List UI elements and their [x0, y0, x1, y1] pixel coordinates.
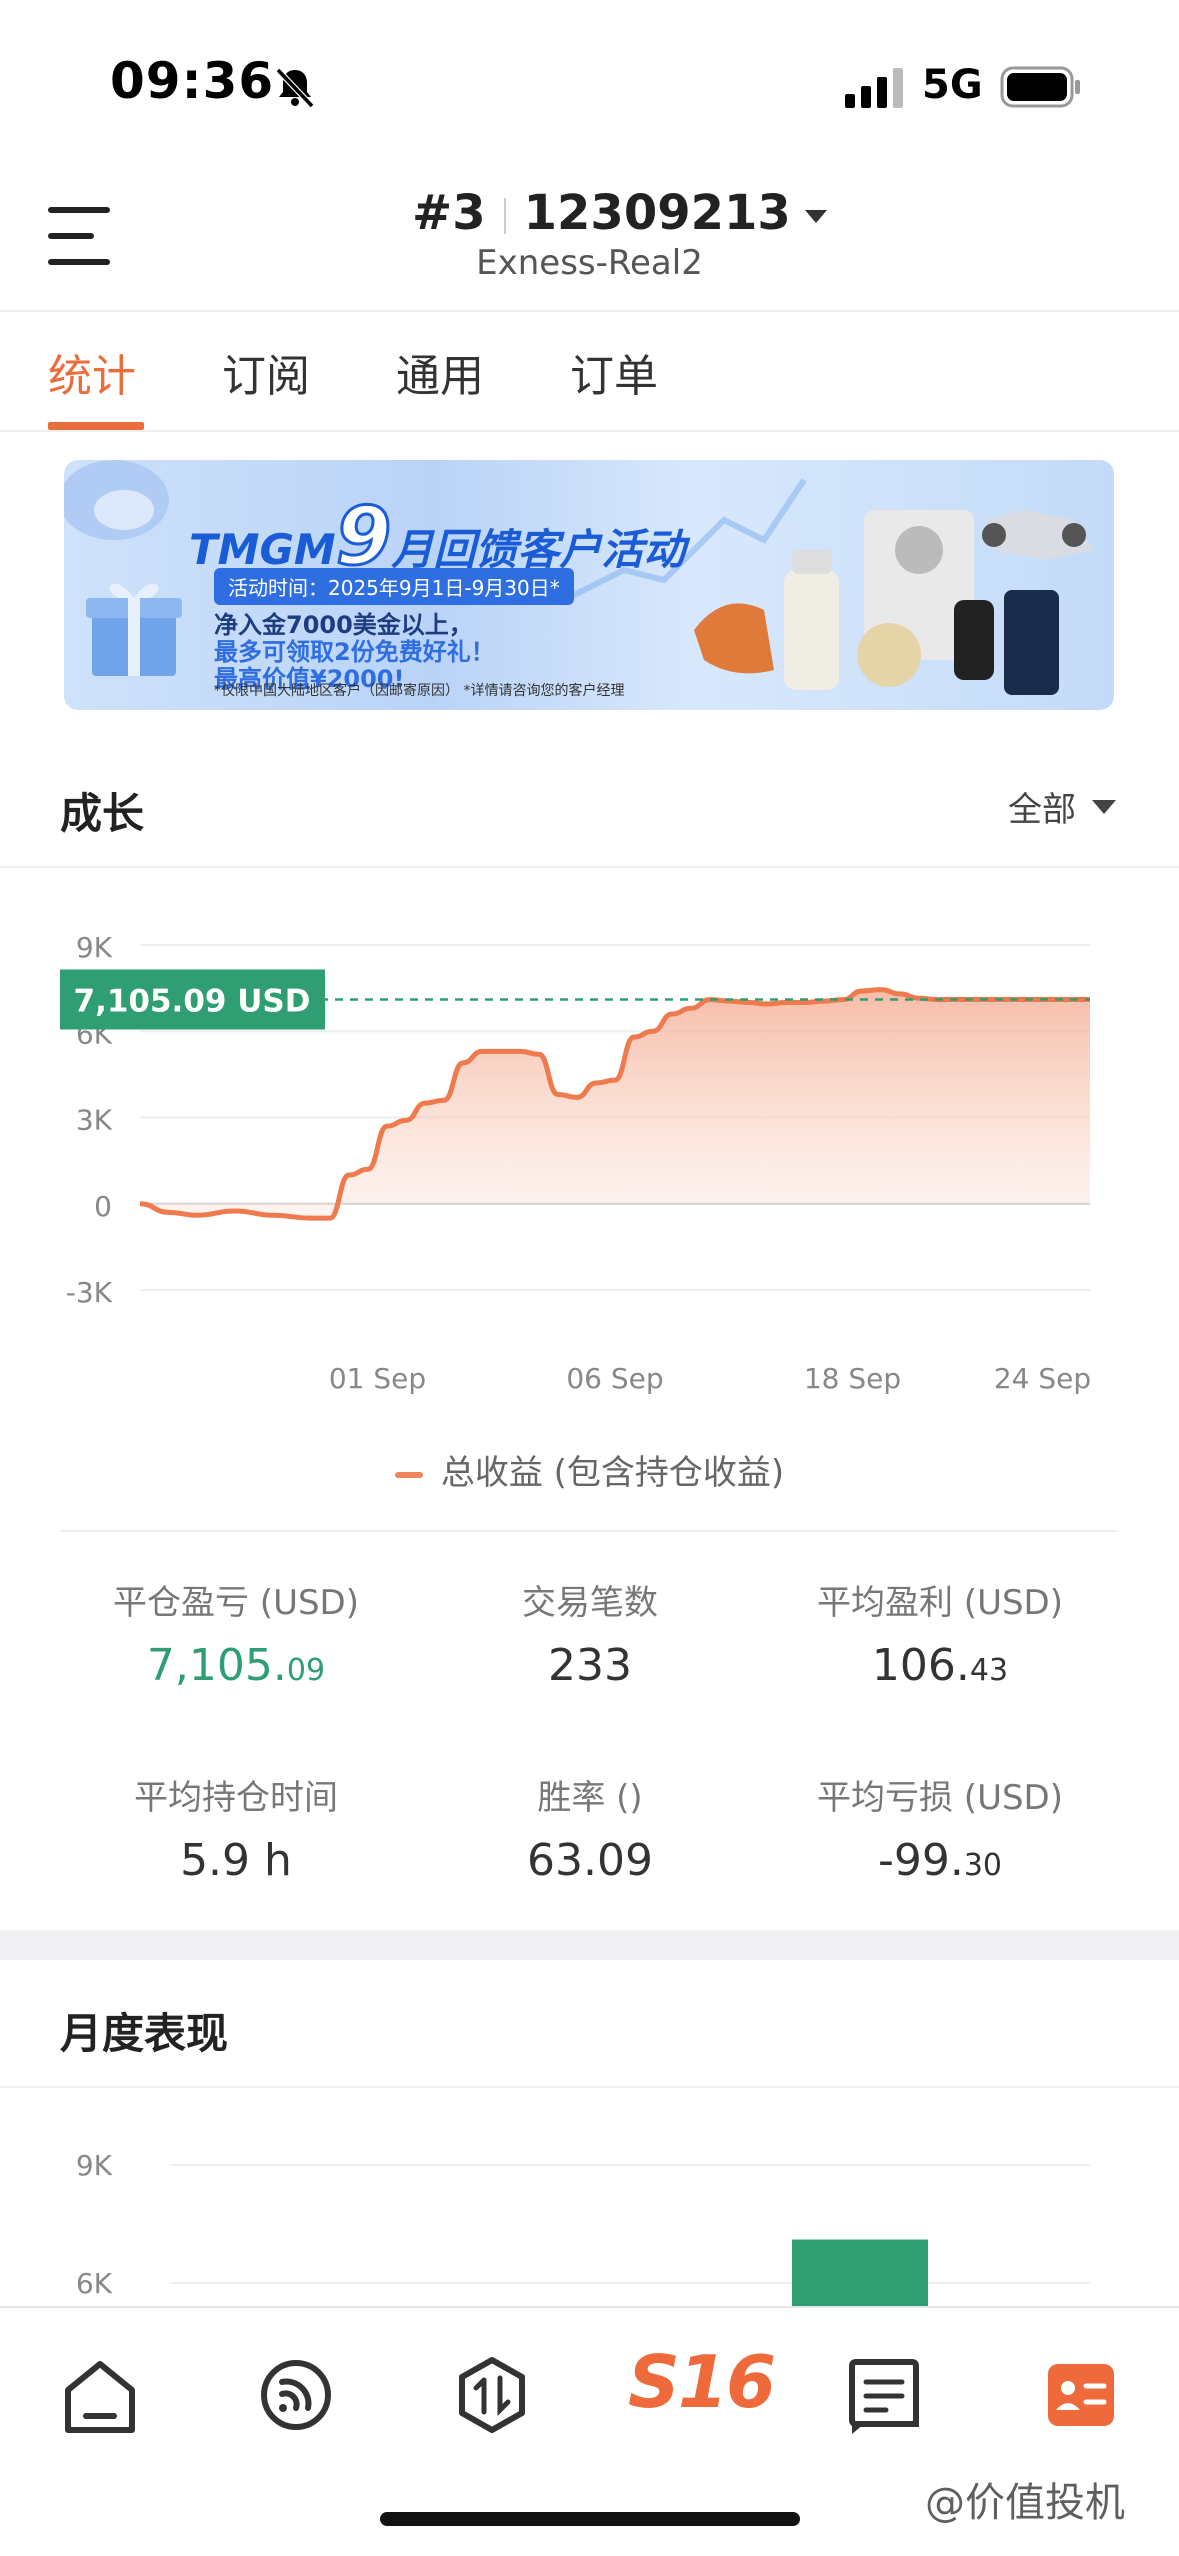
- stat-value: 233: [548, 1640, 632, 1691]
- account-number: 12309213: [523, 185, 791, 241]
- stat-value: 106.43: [871, 1640, 1009, 1691]
- bell-muted-icon: [275, 67, 315, 109]
- tab-subscribe[interactable]: 订阅: [222, 340, 310, 404]
- promo-banner[interactable]: TMGM9月回馈客户活动 活动时间：2025年9月1日-9月30日* 净入金70…: [64, 460, 1114, 710]
- monthly-chart: 9K 6K: [76, 2149, 1090, 2310]
- stat-label: 平均持仓时间: [134, 1778, 338, 1818]
- s16-logo[interactable]: S16: [628, 2340, 776, 2430]
- chart-legend: 总收益 (包含持仓收益): [0, 1445, 1179, 1494]
- active-tab-indicator: [48, 422, 144, 430]
- growth-title: 成长: [60, 789, 145, 838]
- chevron-down-icon: [1092, 799, 1116, 814]
- x-tick-label: 06 Sep: [566, 1362, 663, 1395]
- stat-value: -99.30: [877, 1835, 1003, 1886]
- trade-icon[interactable]: [432, 2350, 552, 2440]
- divider: [0, 430, 1179, 432]
- home-icon[interactable]: [40, 2350, 160, 2440]
- y-tick-label: 3K: [76, 1104, 113, 1137]
- home-indicator[interactable]: [380, 2512, 800, 2526]
- tab-stats[interactable]: 统计: [48, 340, 136, 404]
- x-tick-label: 01 Sep: [329, 1362, 426, 1395]
- monthly-bar: [792, 2239, 928, 2310]
- watermark: @价值投机: [925, 2480, 1125, 2526]
- battery-icon: [1000, 66, 1080, 108]
- y-tick-label: 6K: [76, 2267, 113, 2300]
- menu-icon: [48, 207, 110, 213]
- account-server: Exness-Real2: [476, 243, 703, 283]
- message-icon[interactable]: [824, 2350, 944, 2440]
- divider: [0, 2086, 1179, 2088]
- current-value-label: 7,105.09 USD: [74, 983, 311, 1019]
- y-tick-label: 9K: [76, 931, 113, 964]
- range-filter-label: 全部: [1008, 790, 1076, 830]
- gift-box-icon: [86, 583, 182, 676]
- product-images: [694, 510, 1094, 695]
- legend-swatch: [394, 1471, 423, 1478]
- divider: [0, 866, 1179, 868]
- tab-orders[interactable]: 订单: [570, 340, 658, 404]
- stat-value: 5.9 h: [180, 1835, 292, 1886]
- section-separator: [0, 1930, 1179, 1960]
- x-tick-label: 24 Sep: [994, 1362, 1091, 1395]
- growth-chart: 9K6K3K0-3K01 Sep 06 Sep 18 Sep 24 Sep7,105.…: [60, 931, 1091, 1395]
- stat-value: 7,105.09: [146, 1640, 326, 1691]
- signal-icon: [845, 68, 903, 108]
- account-card-icon[interactable]: [1020, 2350, 1140, 2440]
- divider: [60, 1530, 1117, 1532]
- stat-label: 平均盈利 (USD): [817, 1583, 1063, 1623]
- account-index: #3: [412, 185, 486, 241]
- range-filter[interactable]: 全部: [1008, 782, 1116, 831]
- stat-label: 交易笔数: [522, 1583, 658, 1623]
- account-selector[interactable]: #3 12309213: [412, 185, 827, 241]
- stat-label: 胜率 (): [537, 1778, 643, 1818]
- status-time: 09:36: [110, 52, 275, 110]
- divider: [0, 310, 1179, 312]
- network-type: 5G: [922, 62, 983, 108]
- y-tick-label: 9K: [76, 2149, 113, 2182]
- banner-note: *仅限中国大陆地区客户（因邮寄原因） *详情请咨询您的客户经理: [214, 683, 625, 699]
- stat-label: 平仓盈亏 (USD): [113, 1583, 359, 1623]
- tab-general[interactable]: 通用: [396, 340, 484, 404]
- y-tick-label: 0: [94, 1190, 112, 1223]
- banner-date: 活动时间：2025年9月1日-9月30日*: [214, 568, 574, 605]
- x-tick-label: 18 Sep: [804, 1362, 901, 1395]
- legend-label: 总收益 (包含持仓收益): [440, 1453, 785, 1493]
- monthly-title: 月度表现: [60, 2009, 229, 2058]
- stat-value: 63.09: [527, 1835, 653, 1886]
- y-tick-label: -3K: [66, 1276, 113, 1309]
- feed-icon[interactable]: [236, 2350, 356, 2440]
- stat-label: 平均亏损 (USD): [817, 1778, 1063, 1818]
- chevron-down-icon: [804, 209, 827, 223]
